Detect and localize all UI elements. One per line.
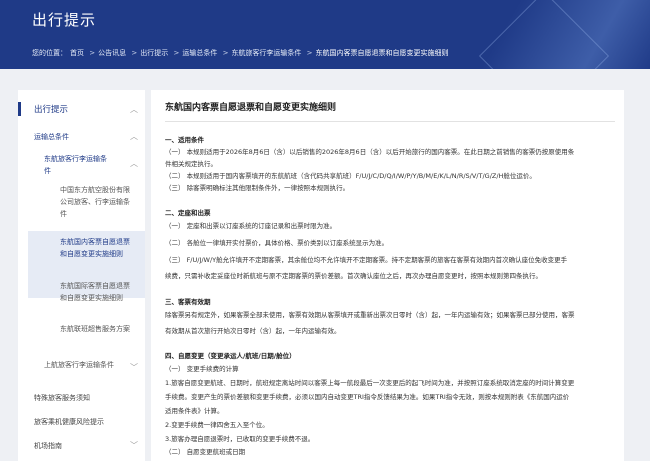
paragraph-line: 2.变更手续费一律四舍五入至个位。 — [165, 421, 269, 429]
paragraph-line: （三） F/U/J/W/Y舱允许填开不定期客票，其余舱位均不允许填开不定期客票。… — [165, 256, 568, 264]
paragraph-line: 件相关规定执行。 — [165, 160, 217, 168]
chevron-up-icon[interactable]: ︿ — [130, 158, 138, 169]
sidebar-sub-item-transport-conditions[interactable]: 中国东方航空股份有限公司旅客、行李运输条件 — [60, 184, 132, 220]
banner-title: 出行提示 — [32, 11, 97, 29]
sidebar-item-airport-guide[interactable]: 机场指南 — [34, 440, 62, 452]
breadcrumb-baggage-conditions[interactable]: 东航旅客行李运输条件 — [231, 49, 301, 57]
chevron-down-icon[interactable]: ﹀ — [130, 362, 138, 373]
sidebar-item-baggage-conditions[interactable]: 东航旅客行李运输条件 — [44, 153, 112, 177]
paragraph-line: （二） 本规则适用于国内客票填开的东航航班（含代码共享航班）F/U/J/C/D/… — [165, 172, 536, 180]
sidebar-active-indicator — [18, 102, 21, 116]
page-banner: 出行提示 您的位置： 首页 > 公告讯息 > 出行提示 > 运输总条件 > 东航旅客行李运… — [0, 0, 650, 69]
title-divider — [165, 121, 615, 122]
section-heading: 二、定座和出票 — [165, 209, 211, 217]
sidebar-item-travel-tips[interactable]: 出行提示 — [34, 104, 68, 116]
section-heading: 四、自愿变更（变更承运人/航班/日期/舱位） — [165, 352, 296, 360]
paragraph-line: （一） 定座和出票以订座系统的订座记录和出票时限为准。 — [165, 222, 337, 230]
breadcrumb-prefix: 您的位置： — [32, 49, 67, 57]
breadcrumb: 您的位置： 首页 > 公告讯息 > 出行提示 > 运输总条件 > 东航旅客行李运输条件 >… — [32, 49, 449, 57]
breadcrumb-current: 东航国内客票自愿退票和自愿变更实施细则 — [315, 49, 449, 57]
paragraph-line: 适用条件表》计算。 — [165, 407, 224, 415]
sidebar-sub-item-domestic-refund[interactable]: 东航国内客票自愿退票和自愿变更实施细则 — [60, 236, 132, 260]
paragraph-line: （二） 各舱位一律填开实付票价，具体价格、票价类别以订座系统显示为准。 — [165, 239, 389, 247]
chevron-up-icon[interactable]: ︿ — [130, 131, 138, 142]
sidebar-sub-item-overbooking[interactable]: 东航联班超售服务方案 — [60, 323, 132, 335]
paragraph-line: 有效期从首次旅行开始次日零时（含）起，一年内运输有效。 — [165, 327, 341, 335]
article-title: 东航国内客票自愿退票和自愿变更实施细则 — [165, 103, 337, 113]
paragraph-line: 1.旅客自愿变更航班、日期时，航班规定离站时间以客票上每一航段最后一次变更后的起… — [165, 379, 575, 387]
sidebar-sub-item-intl-refund[interactable]: 东航国际客票自愿退票和自愿变更实施细则 — [60, 280, 132, 304]
sidebar-item-general-conditions[interactable]: 运输总条件 — [34, 131, 69, 143]
section-heading: 三、客票有效期 — [165, 298, 211, 306]
chevron-up-icon[interactable]: ︿ — [130, 104, 138, 115]
paragraph-line: 3.旅客办理自愿退票时，已收取的变更手续费不退。 — [165, 435, 315, 443]
paragraph-line: （一） 变更手续费的计算 — [165, 365, 239, 373]
paragraph-line: （一） 本规则适用于2026年8月6日（含）以后销售的2026年8月6日（含）以… — [165, 148, 575, 156]
sidebar-item-health-risk[interactable]: 旅客乘机健康风险提示 — [34, 416, 104, 428]
paragraph-line: 除客票另有规定外，如果客票全部未使用，客票有效期从客票填开或重新出票次日零时（含… — [165, 311, 575, 319]
paragraph-line: 手续费。变更产生的票价差额和变更手续费，必须以国内自动变更TRI指令反馈结果为准… — [165, 393, 570, 401]
sidebar-item-shanghai-airlines[interactable]: 上航旅客行李运输条件 — [44, 359, 116, 371]
breadcrumb-home[interactable]: 首页 — [70, 49, 84, 57]
paragraph-line: 续费，只需补收定妥座位时新航班与原不定期客票的票价差额。首次确认座位之后，再次办… — [165, 272, 542, 280]
breadcrumb-general-conditions[interactable]: 运输总条件 — [182, 49, 217, 57]
paragraph-line: （二） 自愿变更航班或日期 — [165, 448, 246, 456]
breadcrumb-travel-tips[interactable]: 出行提示 — [140, 49, 168, 57]
sidebar-nav: 出行提示 ︿ 运输总条件 ︿ 东航旅客行李运输条件 ︿ 中国东方航空股份有限公司… — [18, 90, 145, 461]
chevron-down-icon[interactable]: ﹀ — [130, 440, 138, 451]
paragraph-line: （三） 除客票明确标注其他限制条件外，一律按照本规则执行。 — [165, 184, 350, 192]
sidebar-item-special-passengers[interactable]: 特殊旅客服务须知 — [34, 392, 90, 404]
article-panel: 东航国内客票自愿退票和自愿变更实施细则 一、适用条件 （一） 本规则适用于202… — [151, 90, 624, 461]
section-heading: 一、适用条件 — [165, 136, 204, 144]
breadcrumb-announcements[interactable]: 公告讯息 — [98, 49, 126, 57]
